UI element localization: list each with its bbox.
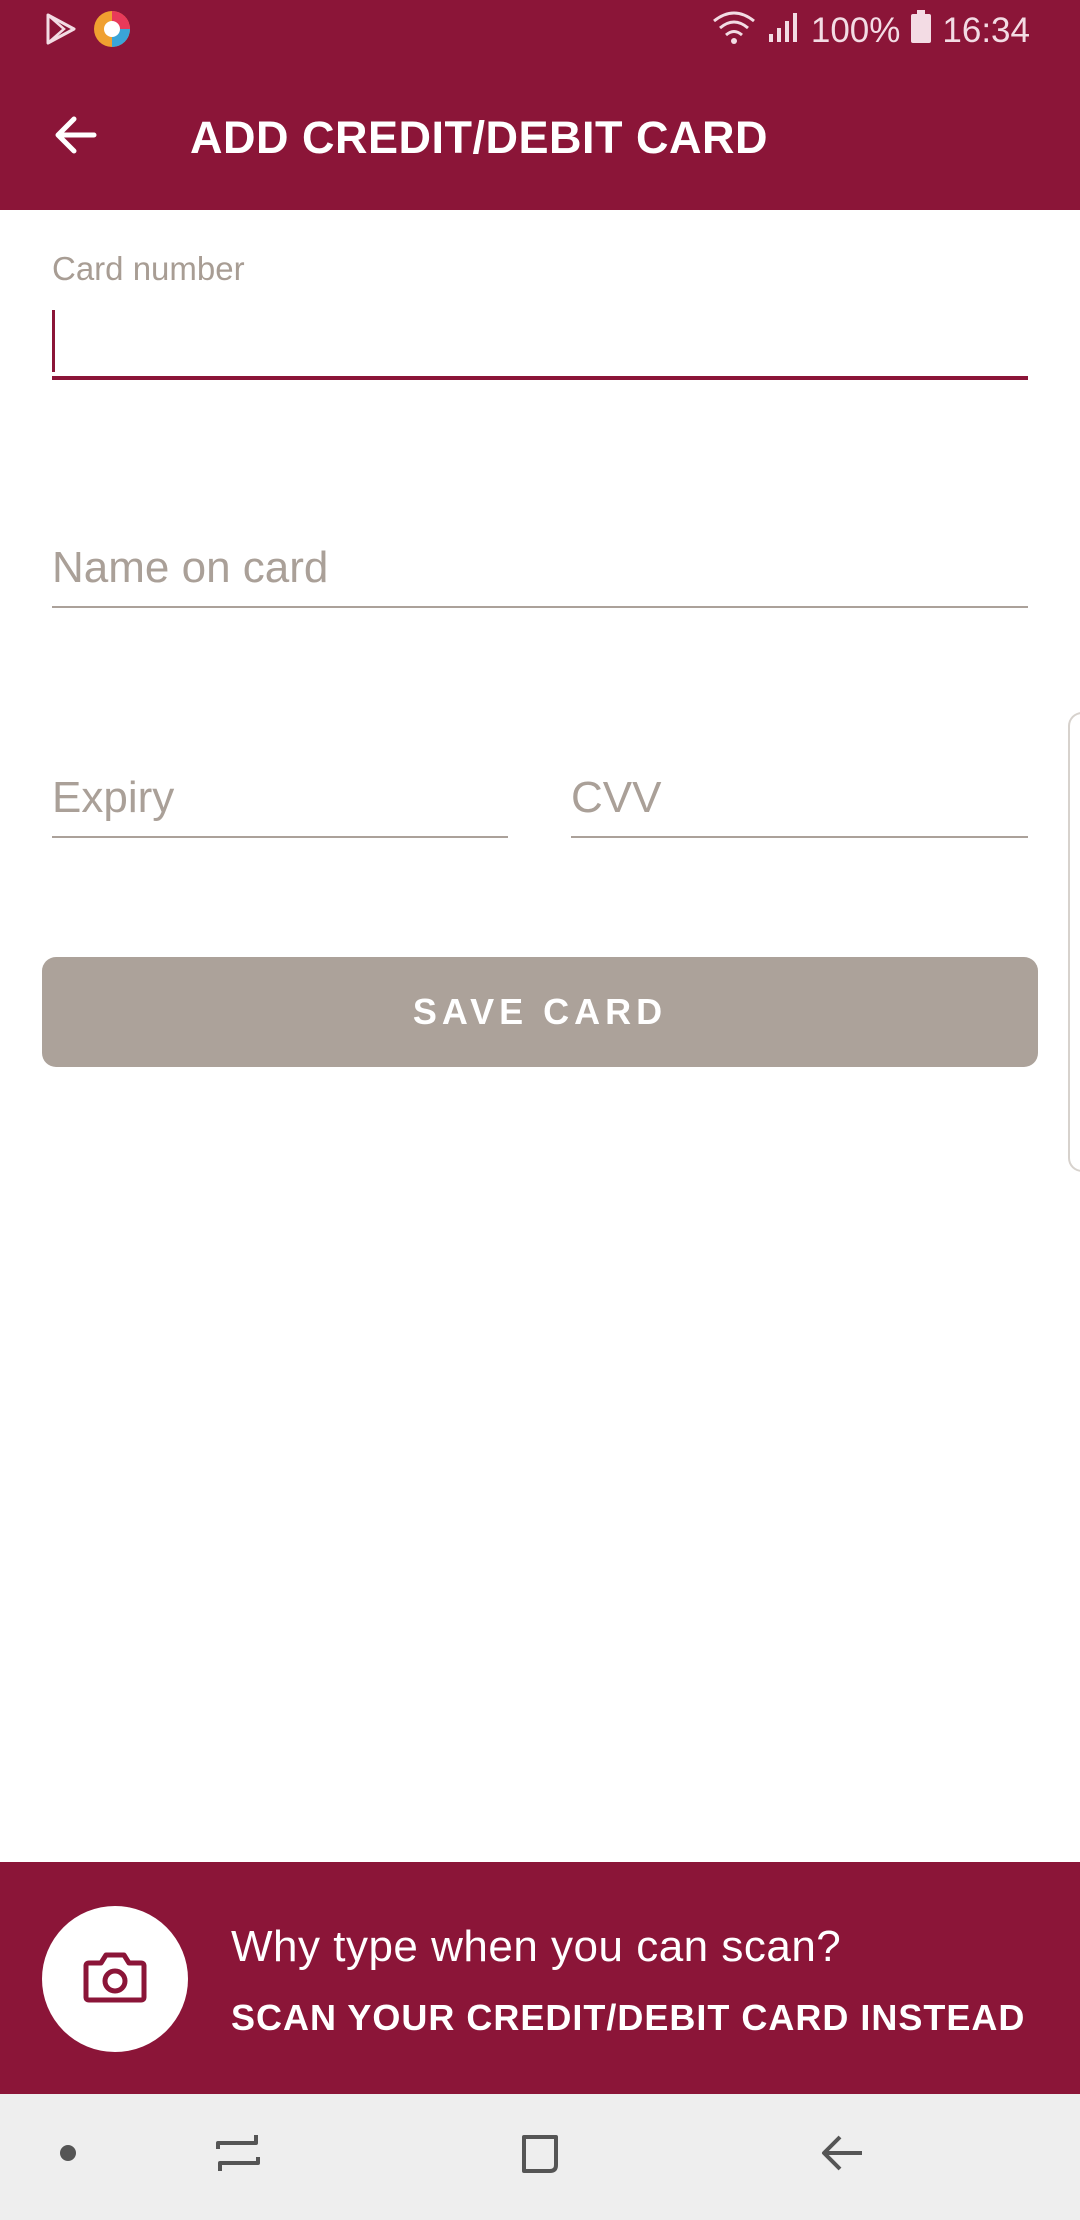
expiry-input[interactable]: Expiry — [52, 770, 508, 840]
nav-dot[interactable] — [28, 2120, 108, 2190]
scan-button[interactable] — [42, 1906, 188, 2052]
card-number-input[interactable] — [52, 300, 1028, 380]
card-number-underline — [52, 376, 1028, 380]
text-cursor — [52, 310, 55, 372]
nav-recent-apps[interactable] — [198, 2120, 278, 2190]
battery-icon — [910, 9, 932, 53]
nav-home[interactable] — [500, 2120, 580, 2190]
back-icon — [818, 2129, 866, 2182]
arrow-left-icon — [52, 115, 98, 160]
name-on-card-placeholder: Name on card — [52, 543, 329, 592]
name-on-card-input[interactable]: Name on card — [52, 540, 1028, 610]
dot-icon — [58, 2143, 78, 2168]
card-number-label: Card number — [52, 250, 245, 287]
save-card-button[interactable]: SAVE CARD — [42, 957, 1038, 1067]
status-bar-right: 100% 16:34 — [711, 9, 1030, 54]
signal-icon — [767, 10, 801, 53]
edge-panel-handle[interactable] — [1068, 712, 1080, 1172]
home-icon — [516, 2129, 564, 2182]
cvv-input[interactable]: CVV — [571, 770, 1028, 840]
back-button[interactable] — [40, 102, 110, 172]
wifi-icon — [711, 9, 757, 54]
page-title: ADD CREDIT/DEBIT CARD — [190, 112, 768, 163]
cvv-underline — [571, 836, 1028, 838]
status-time: 16:34 — [942, 11, 1030, 50]
expiry-underline — [52, 836, 508, 838]
name-on-card-underline — [52, 606, 1028, 608]
play-store-icon — [44, 12, 78, 51]
cvv-placeholder: CVV — [571, 773, 662, 822]
recent-apps-icon — [214, 2129, 262, 2182]
status-bar-left — [44, 10, 132, 52]
expiry-placeholder: Expiry — [52, 773, 175, 822]
battery-percentage: 100% — [810, 11, 901, 50]
camera-icon — [83, 1951, 147, 2008]
app-notification-icon — [92, 9, 132, 54]
scan-question: Why type when you can scan? — [231, 1922, 842, 1971]
scan-card-link[interactable]: SCAN YOUR CREDIT/DEBIT CARD INSTEAD — [231, 1994, 1025, 2042]
nav-back[interactable] — [802, 2120, 882, 2190]
